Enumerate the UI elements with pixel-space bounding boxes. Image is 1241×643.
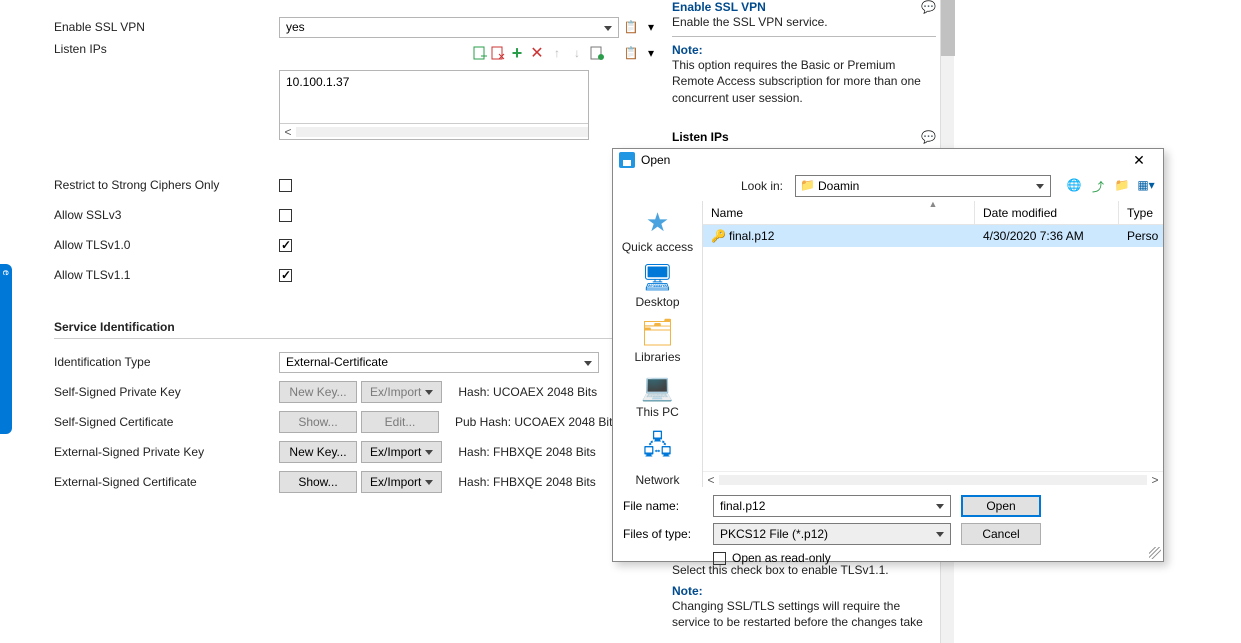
filetype-label: Files of type: [623, 527, 713, 541]
star-icon: ★ [646, 207, 669, 238]
open-button[interactable]: Open [961, 495, 1041, 517]
dialog-title: Open [641, 153, 670, 167]
esc-show-button[interactable]: Show... [279, 471, 357, 493]
doc-plus-icon[interactable] [589, 45, 605, 61]
help-note-label: Note: [672, 43, 936, 57]
esp-newkey-button[interactable]: New Key... [279, 441, 357, 463]
lookin-combo[interactable]: Doamin [795, 175, 1051, 197]
allow-tls10-label: Allow TLSv1.0 [54, 238, 279, 252]
help-enable-title: Enable SSL VPN [672, 0, 766, 14]
place-quick-access[interactable]: ★Quick access [618, 207, 698, 254]
ssp-hash: Hash: UCOAEX 2048 Bits [458, 385, 597, 399]
restrict-ciphers-checkbox[interactable] [279, 179, 292, 192]
cancel-button[interactable]: Cancel [961, 523, 1041, 545]
x-icon[interactable]: ✕ [529, 45, 545, 61]
up-arrow-icon: ↑ [549, 45, 565, 61]
dropdown-extra-icon[interactable]: ▾ [643, 19, 659, 35]
app-icon [619, 152, 635, 168]
dropdown-extra-icon[interactable]: ▾ [643, 45, 659, 61]
filelist-hscroll[interactable]: <> [703, 471, 1163, 487]
doc-remove-icon[interactable] [491, 45, 505, 61]
down-arrow-icon: ↓ [569, 45, 585, 61]
esc-label: External-Signed Certificate [54, 475, 279, 489]
open-file-dialog: Open ✕ Look in: Doamin 🌐 ⤴ 📁 ▦▾ ★Quick a… [612, 148, 1164, 562]
readonly-checkbox[interactable] [713, 552, 726, 565]
allow-tls11-checkbox[interactable] [279, 269, 292, 282]
place-thispc[interactable]: 💻This PC [618, 372, 698, 419]
new-folder-icon[interactable]: 📁 [1113, 178, 1131, 195]
dialog-titlebar[interactable]: Open ✕ [613, 149, 1163, 171]
listen-ips-list[interactable]: 10.100.1.37 < [279, 70, 589, 140]
close-button[interactable]: ✕ [1119, 149, 1159, 171]
esp-eximport-button[interactable]: Ex/Import [361, 441, 442, 463]
desktop-icon: 🖥 [641, 262, 674, 293]
listbox-hscroll[interactable]: < [280, 123, 588, 139]
side-tab-handle[interactable]: e [0, 264, 12, 434]
lookin-label: Look in: [741, 179, 783, 193]
help-enable-note: This option requires the Basic or Premiu… [672, 57, 936, 106]
ident-type-label: Identification Type [54, 355, 279, 369]
doc-add-icon[interactable] [473, 45, 487, 61]
ssc-edit-button: Edit... [361, 411, 439, 433]
folder-stack-icon: 🗂 [641, 317, 674, 348]
restrict-ciphers-label: Restrict to Strong Ciphers Only [54, 178, 279, 192]
ident-type-select[interactable]: External-Certificate [279, 352, 599, 373]
help-enable-desc: Enable the SSL VPN service. [672, 14, 936, 30]
file-list-header[interactable]: ▲ Name Date modified Type [703, 201, 1163, 225]
place-libraries[interactable]: 🗂Libraries [618, 317, 698, 364]
readonly-label: Open as read-only [732, 551, 831, 565]
col-type[interactable]: Type [1119, 201, 1163, 224]
network-icon: 🖧 [643, 427, 672, 471]
allow-tls10-checkbox[interactable] [279, 239, 292, 252]
enable-ssl-vpn-label: Enable SSL VPN [54, 20, 279, 34]
view-menu-icon[interactable]: ▦▾ [1137, 178, 1155, 195]
clipboard-icon[interactable]: 📋 [623, 45, 639, 61]
ssp-newkey-button: New Key... [279, 381, 357, 403]
up-folder-icon[interactable]: ⤴ [1089, 178, 1107, 195]
back-icon[interactable]: 🌐 [1065, 178, 1083, 195]
esc-eximport-button[interactable]: Ex/Import [361, 471, 442, 493]
enable-ssl-vpn-select[interactable]: yes [279, 17, 619, 38]
filetype-combo[interactable]: PKCS12 File (*.p12) [713, 523, 951, 545]
plus-icon[interactable]: + [509, 45, 525, 61]
place-network[interactable]: 🖧Network [618, 427, 698, 487]
listen-ips-label: Listen IPs [54, 42, 279, 56]
resize-grip[interactable] [1149, 547, 1161, 559]
help-tls11-note: Changing SSL/TLS settings will require t… [672, 598, 932, 630]
allow-sslv3-label: Allow SSLv3 [54, 208, 279, 222]
filename-combo[interactable]: final.p12 [713, 495, 951, 517]
ssp-eximport-button: Ex/Import [361, 381, 442, 403]
allow-sslv3-checkbox[interactable] [279, 209, 292, 222]
esp-key-label: External-Signed Private Key [54, 445, 279, 459]
ssp-key-label: Self-Signed Private Key [54, 385, 279, 399]
allow-tls11-label: Allow TLSv1.1 [54, 268, 279, 282]
help-listen-title: Listen IPs [672, 130, 729, 144]
col-date[interactable]: Date modified [975, 201, 1119, 224]
place-desktop[interactable]: 🖥Desktop [618, 262, 698, 309]
help-chat-icon[interactable]: 💬 [921, 0, 936, 14]
esc-hash: Hash: FHBXQE 2048 Bits [458, 475, 595, 489]
ssc-show-button: Show... [279, 411, 357, 433]
cert-file-icon: 🔑 [711, 229, 725, 243]
pc-icon: 💻 [641, 372, 673, 403]
help-chat-icon[interactable]: 💬 [921, 130, 936, 144]
file-row[interactable]: 🔑final.p12 4/30/2020 7:36 AM Perso [703, 225, 1163, 247]
ssc-hash: Pub Hash: UCOAEX 2048 Bits [455, 415, 618, 429]
clipboard-icon[interactable]: 📋 [623, 19, 639, 35]
filename-label: File name: [623, 499, 713, 513]
ssc-label: Self-Signed Certificate [54, 415, 279, 429]
places-bar: ★Quick access 🖥Desktop 🗂Libraries 💻This … [613, 201, 703, 487]
esp-hash: Hash: FHBXQE 2048 Bits [458, 445, 595, 459]
help-note-label2: Note: [672, 584, 932, 598]
